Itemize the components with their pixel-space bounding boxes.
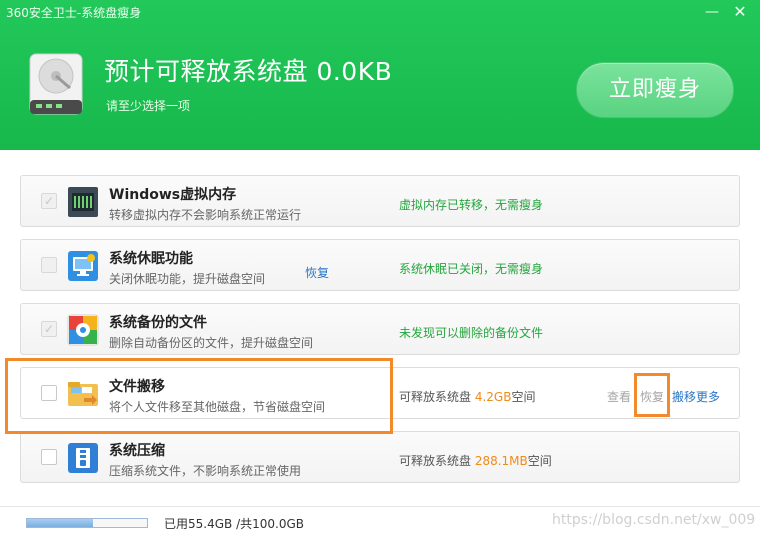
backup-files-icon bbox=[67, 314, 99, 346]
select-hint: 请至少选择一项 bbox=[106, 99, 191, 113]
item-status: 未发现可以删除的备份文件 bbox=[399, 326, 544, 340]
checkbox-virtual-memory[interactable]: ✓ bbox=[41, 193, 57, 209]
item-status: 可释放系统盘 288.1MB空间 bbox=[399, 452, 552, 469]
item-title: 系统压缩 bbox=[109, 443, 165, 459]
slim-now-button[interactable]: 立即瘦身 bbox=[576, 62, 734, 118]
list-item-virtual-memory: ✓ Windows虚拟内存 转移虚拟内存不会影响系统正常运行 虚拟内存已转移，无… bbox=[20, 175, 740, 227]
disk-usage-text: 已用55.4GB /共100.0GB bbox=[164, 517, 304, 531]
item-desc: 删除自动备份区的文件，提升磁盘空间 bbox=[109, 336, 314, 350]
item-desc: 压缩系统文件，不影响系统正常使用 bbox=[109, 464, 302, 478]
item-desc: 关闭休眠功能，提升磁盘空间 bbox=[109, 272, 266, 286]
item-status: 可释放系统盘 4.2GB空间 bbox=[399, 388, 535, 405]
restore-link[interactable]: 恢复 bbox=[305, 264, 329, 281]
highlight-box-restore bbox=[634, 373, 670, 417]
release-size: 4.2GB bbox=[474, 390, 512, 404]
checkbox-backup-files[interactable]: ✓ bbox=[41, 321, 57, 337]
status-prefix: 可释放系统盘 bbox=[399, 454, 475, 468]
disk-usage-bar bbox=[26, 518, 148, 528]
item-status: 系统休眠已关闭，无需瘦身 bbox=[399, 262, 544, 276]
list-item-backup-files: ✓ 系统备份的文件 删除自动备份区的文件，提升磁盘空间 未发现可以删除的备份文件 bbox=[20, 303, 740, 355]
item-desc: 转移虚拟内存不会影响系统正常运行 bbox=[109, 208, 302, 222]
hard-disk-icon bbox=[29, 53, 83, 115]
move-more-link[interactable]: 搬移更多 bbox=[672, 388, 720, 405]
checkbox-hibernate[interactable] bbox=[41, 257, 57, 273]
item-title: 系统备份的文件 bbox=[109, 315, 207, 331]
disk-usage-fill bbox=[27, 519, 93, 527]
footer-divider bbox=[0, 506, 760, 507]
status-suffix: 空间 bbox=[527, 454, 552, 468]
release-size: 288.1MB bbox=[474, 454, 528, 468]
header-banner: 360安全卫士-系统盘瘦身 — ✕ 预计可释放系统盘 0.0KB 请至少选择一项… bbox=[0, 0, 760, 150]
window-title: 360安全卫士-系统盘瘦身 bbox=[6, 6, 142, 20]
list-item-compress: 系统压缩 压缩系统文件，不影响系统正常使用 可释放系统盘 288.1MB空间 bbox=[20, 431, 740, 483]
checkbox-compress[interactable] bbox=[41, 449, 57, 465]
highlight-box-file-move bbox=[5, 358, 393, 434]
minimize-button[interactable]: — bbox=[700, 2, 724, 22]
hibernate-monitor-icon bbox=[68, 251, 98, 281]
status-prefix: 可释放系统盘 bbox=[399, 390, 475, 404]
memory-chip-icon bbox=[68, 187, 98, 217]
item-title: Windows虚拟内存 bbox=[109, 187, 237, 203]
view-link[interactable]: 查看 bbox=[607, 388, 631, 405]
item-status: 虚拟内存已转移，无需瘦身 bbox=[399, 198, 544, 212]
list-item-hibernate: 系统休眠功能 关闭休眠功能，提升磁盘空间 恢复 系统休眠已关闭，无需瘦身 bbox=[20, 239, 740, 291]
release-size-title: 预计可释放系统盘 0.0KB bbox=[104, 57, 393, 86]
status-suffix: 空间 bbox=[511, 390, 536, 404]
watermark: https://blog.csdn.net/xw_009 bbox=[552, 512, 756, 528]
compress-icon bbox=[68, 443, 98, 473]
close-button[interactable]: ✕ bbox=[728, 2, 752, 22]
item-title: 系统休眠功能 bbox=[109, 251, 193, 267]
